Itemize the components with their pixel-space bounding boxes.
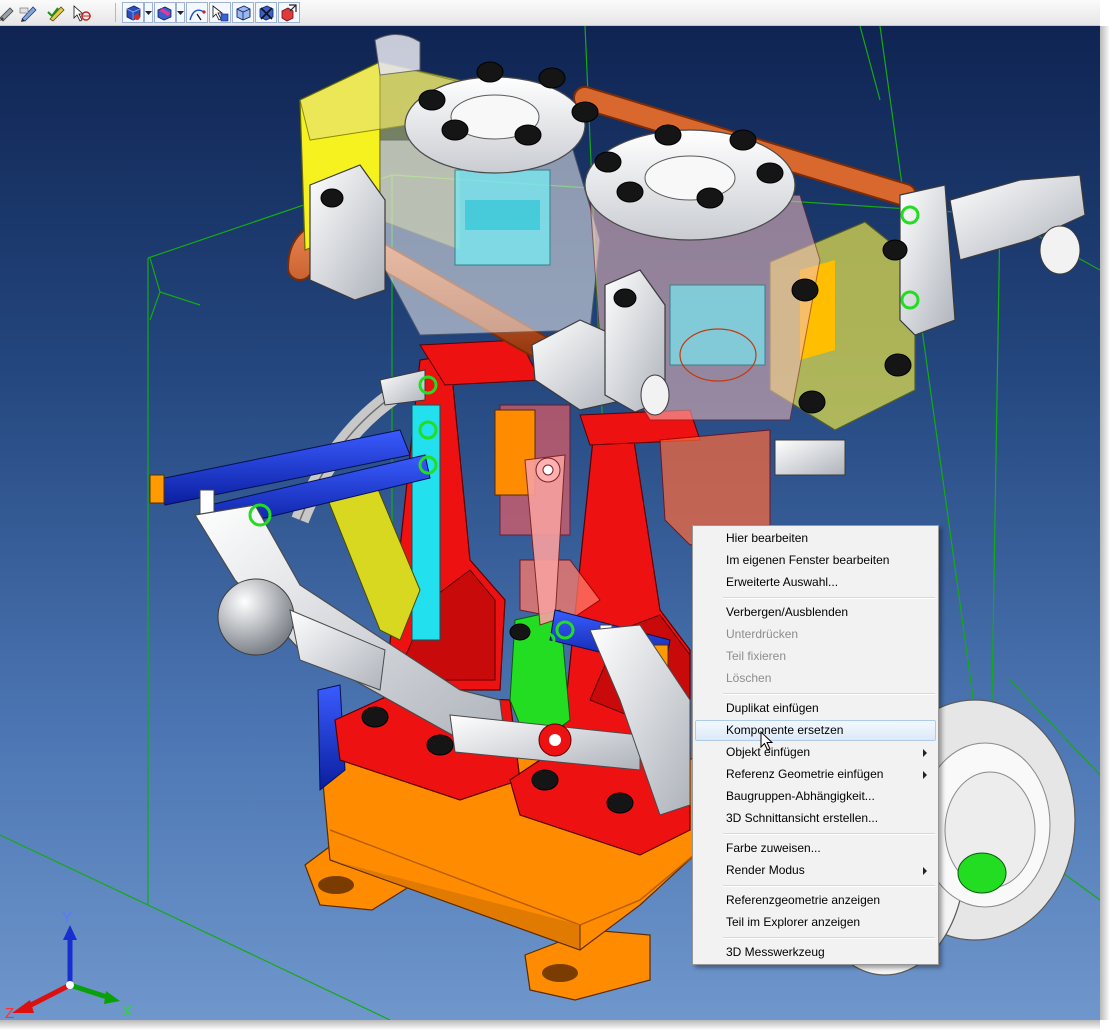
menu-item-objekt-einfuegen[interactable]: Objekt einfügen [695,742,936,763]
cube-outline-icon[interactable] [232,2,254,23]
menu-item-referenz-geometrie-einfuegen[interactable]: Referenz Geometrie einfügen [695,764,936,785]
menu-separator [723,833,935,835]
submenu-arrow-icon [923,749,927,757]
curve-edit-icon[interactable] [186,2,208,23]
menu-item-erweiterte-auswahl[interactable]: Erweiterte Auswahl... [695,572,936,593]
cube-replace-icon[interactable] [278,2,300,23]
pencil-wrench-icon[interactable] [0,2,14,23]
menu-item-referenzgeometrie-anzeigen[interactable]: Referenzgeometrie anzeigen [695,890,936,911]
axis-triad [12,925,120,1013]
submenu-arrow-icon [923,867,927,875]
axis-y-label: Y [62,909,72,926]
mouse-cursor-icon [760,731,774,751]
menu-item-loeschen: Löschen [726,671,772,685]
menu-item-hier-bearbeiten[interactable]: Hier bearbeiten [695,528,936,549]
menu-item-label: Referenz Geometrie einfügen [726,767,884,781]
pen-check-icon[interactable] [45,2,67,23]
menu-item-farbe-zuweisen[interactable]: Farbe zuweisen... [695,838,936,859]
pointer-target-icon[interactable] [70,2,92,23]
cube-select-icon[interactable] [122,2,144,23]
menu-item-3d-messwerkzeug[interactable]: 3D Messwerkzeug [695,942,936,963]
pointer-cube-icon[interactable] [209,2,231,23]
menu-item-teil-fixieren: Teil fixieren [726,649,787,663]
menu-item-komponente-ersetzen[interactable]: Komponente ersetzen [695,720,936,741]
axis-z-label: Z [5,1005,14,1020]
context-menu: Hier bearbeiten Im eigenen Fenster bearb… [692,525,939,965]
window-shadow [0,1020,1100,1030]
menu-item-im-eigenen-fenster-bearbeiten[interactable]: Im eigenen Fenster bearbeiten [695,550,936,571]
menu-item-baugruppen-abhaengigkeit[interactable]: Baugruppen-Abhängigkeit... [695,786,936,807]
menu-item-3d-schnittansicht-erstellen[interactable]: 3D Schnittansicht erstellen... [695,808,936,829]
menu-item-render-modus[interactable]: Render Modus [695,860,936,881]
menu-item-duplikat-einfuegen[interactable]: Duplikat einfügen [695,698,936,719]
menu-separator [723,693,935,695]
menu-separator [723,937,935,939]
cube-delete-icon[interactable] [255,2,277,23]
menu-separator [723,597,935,599]
cube-paint-icon[interactable] [154,2,176,23]
dropdown-arrow-icon[interactable] [144,2,153,23]
menu-item-teil-im-explorer-anzeigen[interactable]: Teil im Explorer anzeigen [695,912,936,933]
window-shadow [1100,26,1110,1020]
axis-x-label: X [122,1003,132,1020]
menu-item-unterdruecken: Unterdrücken [726,627,799,641]
menu-separator [723,885,935,887]
menu-item-label: Render Modus [726,863,805,877]
submenu-arrow-icon [923,771,927,779]
dropdown-arrow-icon[interactable] [176,2,185,23]
toolbar-separator [115,3,116,22]
pen-icon[interactable] [18,2,40,23]
cylinder-left[interactable] [379,76,601,336]
menu-item-verbergen-ausblenden[interactable]: Verbergen/Ausblenden [695,602,936,623]
toolbar [0,0,1100,26]
cyan-link[interactable] [411,404,441,641]
